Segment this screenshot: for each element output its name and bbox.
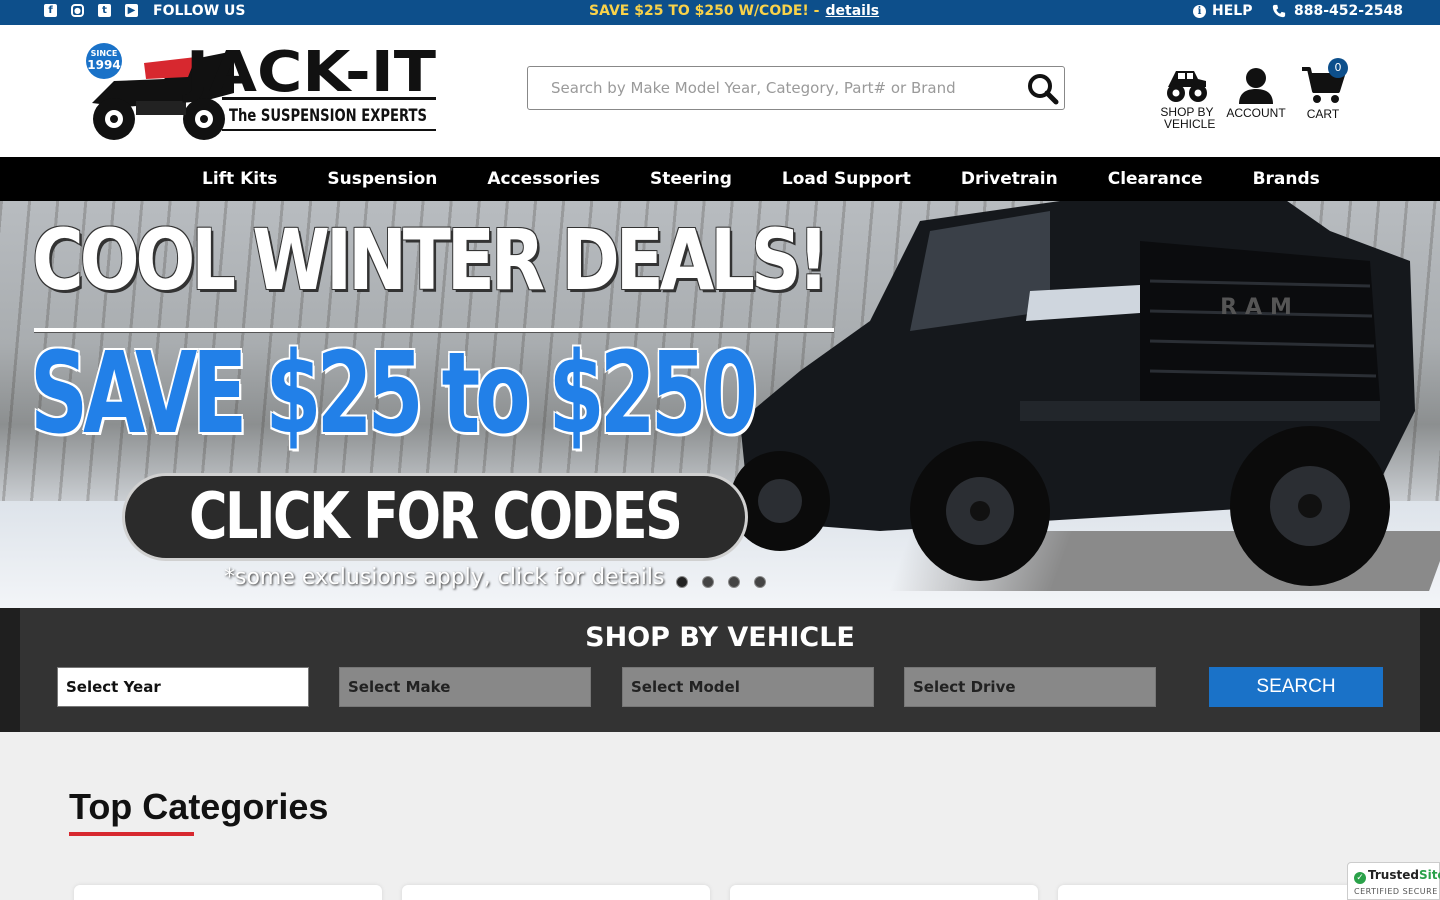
- slider-dot[interactable]: [754, 576, 766, 588]
- nav-item-lift-kits[interactable]: Lift Kits: [202, 169, 277, 189]
- cart-count-badge: 0: [1328, 58, 1348, 78]
- trustedsite-tagline: CERTIFIED SECURE: [1354, 887, 1438, 896]
- trustedsite-logo: ✓TrustedSite: [1354, 868, 1440, 884]
- hero-disclaimer: *some exclusions apply, click for detail…: [224, 565, 665, 590]
- trustedsite-brand-b: Site: [1418, 868, 1440, 882]
- help-label: HELP: [1212, 3, 1253, 19]
- shop-by-vehicle-title: SHOP BY VEHICLE: [585, 622, 855, 653]
- nav-item-clearance[interactable]: Clearance: [1108, 169, 1203, 189]
- facebook-icon[interactable]: f: [44, 4, 57, 17]
- slider-dots: [676, 576, 766, 588]
- nav-item-brands[interactable]: Brands: [1253, 169, 1320, 189]
- category-card[interactable]: [74, 885, 382, 900]
- main-nav-list: Lift Kits Suspension Accessories Steering Lo…: [202, 157, 1370, 201]
- select-make[interactable]: Select Make: [339, 667, 591, 707]
- hero-headline: COOL WINTER DEALS!: [32, 211, 830, 309]
- jack-it-logo[interactable]: SINCE 1994 JACK-IT The SUSPENSION EXPERT…: [84, 40, 439, 141]
- phone-icon: [1272, 4, 1286, 18]
- category-card[interactable]: [730, 885, 1038, 900]
- youtube-icon[interactable]: ▶: [125, 4, 138, 17]
- click-for-codes-button[interactable]: CLICK FOR CODES: [122, 473, 748, 561]
- select-model[interactable]: Select Model: [622, 667, 874, 707]
- site-header: SINCE 1994 JACK-IT The SUSPENSION EXPERT…: [0, 25, 1440, 157]
- search-icon: [1028, 74, 1059, 105]
- hero-save-text: SAVE $25 to $250: [30, 329, 758, 459]
- category-card[interactable]: [402, 885, 710, 900]
- nav-item-accessories[interactable]: Accessories: [487, 169, 600, 189]
- promo-text: SAVE $25 TO $250 W/CODE! -: [589, 3, 820, 19]
- title-underline: [69, 832, 194, 836]
- instagram-icon[interactable]: ●: [71, 4, 84, 17]
- trustedsite-badge[interactable]: ✓TrustedSite CERTIFIED SECURE: [1347, 862, 1440, 900]
- check-icon: ✓: [1354, 872, 1366, 884]
- svg-text:SINCE: SINCE: [91, 49, 118, 58]
- follow-us-label: FOLLOW US: [153, 3, 246, 19]
- nav-item-load-support[interactable]: Load Support: [782, 169, 911, 189]
- search-button[interactable]: [1026, 72, 1060, 106]
- trustedsite-brand-a: Trusted: [1368, 868, 1419, 882]
- select-year[interactable]: Select Year: [57, 667, 309, 707]
- svg-text:JACK-IT: JACK-IT: [182, 41, 436, 105]
- shop-by-vehicle-panel: SHOP BY VEHICLE Select Year Select Make …: [0, 608, 1440, 732]
- search-input[interactable]: [529, 68, 1019, 108]
- info-icon: i: [1193, 4, 1206, 18]
- cta-label: CLICK FOR CODES: [189, 480, 683, 554]
- cart-label: CART: [1306, 107, 1340, 121]
- ram-truck-image: RAM: [730, 201, 1415, 586]
- shop-by-vehicle-label-2: VEHICLE: [1164, 117, 1216, 131]
- help-link[interactable]: i HELP: [1193, 3, 1252, 19]
- nav-item-steering[interactable]: Steering: [650, 169, 732, 189]
- svg-text:The SUSPENSION EXPERTS: The SUSPENSION EXPERTS: [229, 106, 427, 126]
- promo-banner: SAVE $25 TO $250 W/CODE! - details: [589, 3, 879, 19]
- account-label: ACCOUNT: [1226, 106, 1286, 120]
- truck-icon: [1167, 71, 1207, 102]
- main-nav: Lift Kits Suspension Accessories Steering Lo…: [0, 157, 1440, 201]
- slider-dot[interactable]: [676, 576, 688, 588]
- category-card[interactable]: [1058, 885, 1366, 900]
- svg-text:RAM: RAM: [1220, 295, 1300, 320]
- vehicle-search-button[interactable]: SEARCH: [1209, 667, 1383, 707]
- select-drive[interactable]: Select Drive: [904, 667, 1156, 707]
- top-bar: f ● t ▶ FOLLOW US SAVE $25 TO $250 W/COD…: [0, 0, 1440, 25]
- twitter-icon[interactable]: t: [98, 4, 111, 17]
- site-search: [527, 66, 1065, 110]
- phone-link[interactable]: 888-452-2548: [1272, 3, 1403, 19]
- account-link[interactable]: ACCOUNT: [1226, 67, 1286, 119]
- since-1994-badge: SINCE 1994: [86, 43, 122, 79]
- social-links: f ● t ▶: [44, 4, 152, 17]
- nav-item-drivetrain[interactable]: Drivetrain: [961, 169, 1058, 189]
- phone-number: 888-452-2548: [1294, 3, 1404, 19]
- user-icon: [1239, 68, 1273, 104]
- hero-banner[interactable]: RAM COOL WINTER DEALS! SAVE $25 to $250 …: [0, 201, 1440, 608]
- nav-item-suspension[interactable]: Suspension: [327, 169, 437, 189]
- slider-dot[interactable]: [702, 576, 714, 588]
- shop-by-vehicle-link[interactable]: SHOP BY VEHICLE: [1160, 65, 1216, 131]
- top-categories-title: Top Categories: [69, 786, 329, 827]
- slider-dot[interactable]: [728, 576, 740, 588]
- svg-text:1994: 1994: [87, 58, 120, 72]
- promo-details-link[interactable]: details: [826, 3, 880, 19]
